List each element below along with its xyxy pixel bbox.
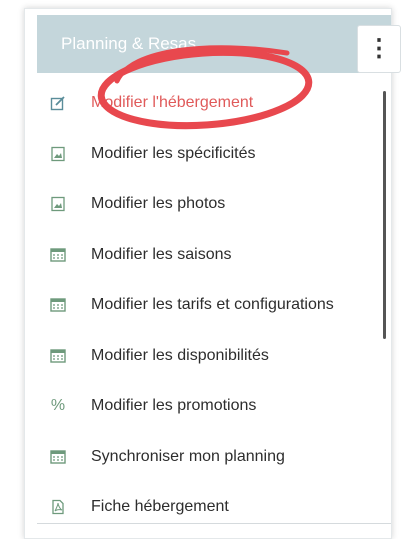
image-icon [49, 145, 67, 163]
calendar-icon [49, 347, 67, 365]
menu-item-label: Modifier l'hébergement [91, 94, 254, 112]
menu-item-edit-accommodation[interactable]: Modifier l'hébergement [25, 78, 387, 129]
menu-item-edit-rates[interactable]: Modifier les tarifs et configurations [25, 280, 387, 331]
menu-item-edit-specifics[interactable]: Modifier les spécificités [25, 129, 387, 180]
menu-item-label: Modifier les spécificités [91, 144, 256, 162]
pdf-icon [49, 498, 67, 516]
image-icon [49, 195, 67, 213]
calendar-icon [49, 246, 67, 264]
menu-item-label: Fiche hébergement [91, 498, 229, 516]
menu-item-accommodation-sheet[interactable]: Fiche hébergement [25, 482, 387, 533]
menu-header: Planning & Resas ⋮ [37, 15, 401, 73]
menu-item-label: Modifier les photos [91, 195, 226, 213]
menu-item-edit-availability[interactable]: Modifier les disponibilités [25, 331, 387, 382]
calendar-icon [49, 296, 67, 314]
menu-item-label: Synchroniser mon planning [91, 447, 285, 465]
menu-item-edit-promotions[interactable]: % Modifier les promotions [25, 381, 387, 432]
menu-item-label: Modifier les promotions [91, 397, 257, 415]
dropdown-panel: Planning & Resas ⋮ Modifier l'hébergemen… [24, 8, 401, 539]
edit-icon [49, 94, 67, 112]
more-options-button[interactable]: ⋮ [357, 25, 401, 73]
divider [37, 523, 391, 524]
action-menu: Modifier l'hébergement Modifier les spéc… [25, 78, 387, 533]
menu-item-edit-photos[interactable]: Modifier les photos [25, 179, 387, 230]
menu-item-label: Modifier les disponibilités [91, 346, 269, 364]
header-title: Planning & Resas [61, 34, 197, 53]
menu-item-label: Modifier les tarifs et configurations [91, 296, 334, 314]
menu-item-label: Modifier les saisons [91, 245, 232, 263]
scrollbar[interactable] [383, 91, 386, 339]
menu-item-edit-seasons[interactable]: Modifier les saisons [25, 230, 387, 281]
percent-icon: % [50, 397, 66, 415]
calendar-icon [49, 448, 67, 466]
kebab-icon: ⋮ [367, 35, 391, 62]
menu-item-sync-planning[interactable]: Synchroniser mon planning [25, 432, 387, 483]
